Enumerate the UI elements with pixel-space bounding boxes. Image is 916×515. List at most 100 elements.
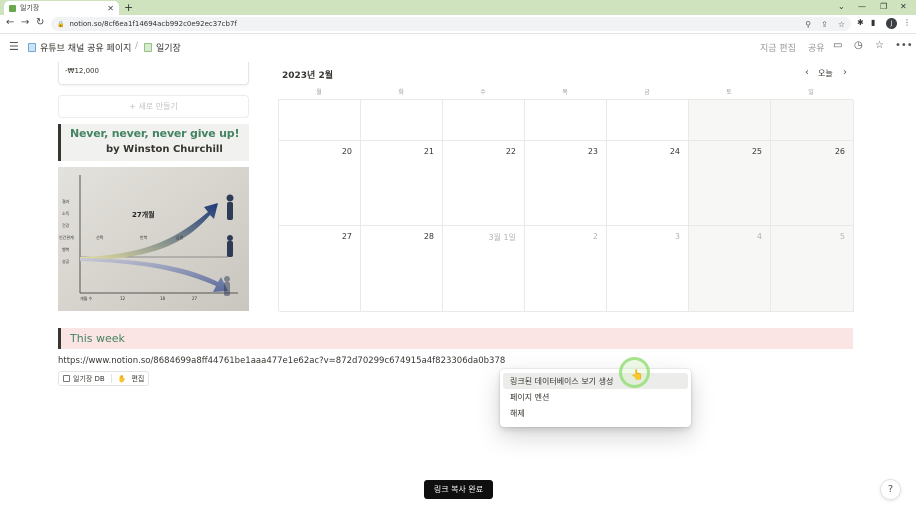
photo-row-label: 건강 — [62, 222, 70, 228]
help-button[interactable]: ? — [880, 479, 901, 500]
photo-path-label: 반복 — [140, 234, 148, 240]
calendar-day-cell[interactable] — [279, 100, 361, 141]
photo-caption: 27개월 — [132, 210, 155, 219]
history-icon[interactable]: ◷ — [854, 40, 863, 51]
photo-x-label: 12 — [120, 296, 126, 301]
photo-x-label: 개월 수 — [80, 295, 93, 301]
database-mention[interactable]: 일기장 DB ✋ 편집 — [58, 371, 150, 386]
mention-edit-button[interactable]: 편집 — [131, 374, 144, 384]
create-linked-database-option[interactable]: 링크된 데이터베이스 보기 생성 — [503, 373, 688, 389]
calendar-grid: 20 21 22 23 24 25 26 27 28 3월 1일 2 3 4 5 — [278, 99, 854, 312]
zoom-icon[interactable]: ⚲ — [805, 20, 811, 29]
quote-line-1: Never, never, never give up! — [70, 127, 240, 140]
calendar-day-cell[interactable]: 24 — [607, 141, 689, 226]
mention-label: 일기장 DB — [73, 374, 105, 383]
profile-avatar[interactable]: J — [886, 18, 897, 29]
tab-close-icon[interactable]: ✕ — [107, 4, 114, 13]
dismiss-option[interactable]: 해제 — [503, 405, 688, 421]
photo-row-label: 인간관계 — [59, 234, 74, 240]
database-icon — [63, 375, 70, 382]
calendar-day-cell[interactable]: 2 — [525, 226, 607, 312]
habit-graph-photo[interactable]: 27개월 결과 소득 건강 인간관계 행복 성공 선택 반복 습관 개월 수 1… — [58, 167, 249, 311]
card-amount: -₩12,000 — [65, 67, 99, 75]
tab-search-icon[interactable]: ⌄ — [838, 2, 845, 11]
extensions-icon[interactable]: ✱ — [857, 18, 864, 27]
new-item-button[interactable]: + 새로 만들기 — [58, 95, 249, 118]
weekday-label: 토 — [726, 89, 732, 96]
calendar-day-cell[interactable]: 27 — [279, 226, 361, 312]
calendar-day-cell[interactable]: 5 — [771, 226, 854, 312]
tab-title: 일기장 — [20, 4, 40, 12]
pasted-link[interactable]: https://www.notion.so/8684699a8ff44761be… — [58, 356, 505, 366]
breadcrumb-current[interactable]: 일기장 — [144, 41, 181, 54]
calendar-day-cell[interactable]: 22 — [443, 141, 525, 226]
favorite-star-icon[interactable]: ☆ — [875, 40, 884, 51]
calendar-day-cell[interactable] — [771, 100, 854, 141]
new-tab-icon[interactable]: + — [124, 1, 133, 14]
restore-icon[interactable]: ❐ — [880, 2, 887, 11]
breadcrumb-parent[interactable]: 유튜브 채널 공유 페이지 — [28, 41, 131, 54]
weekday-label: 일 — [808, 89, 814, 96]
calendar-day-cell[interactable]: 25 — [689, 141, 771, 226]
calendar-day-cell[interactable]: 3월 1일 — [443, 226, 525, 312]
photo-path-label: 선택 — [96, 234, 104, 240]
notebook-icon — [144, 43, 152, 52]
calendar-day-cell[interactable] — [607, 100, 689, 141]
share-button[interactable]: 공유 — [808, 41, 825, 54]
notion-topbar: ☰ 유튜브 채널 공유 페이지 / 일기장 지금 편집 공유 ▭ ◷ ☆ ••• — [0, 35, 916, 59]
breadcrumb-separator: / — [135, 41, 139, 51]
weekday-label: 화 — [398, 89, 404, 96]
page-mention-option[interactable]: 페이지 멘션 — [503, 389, 688, 405]
next-month-icon[interactable]: › — [843, 67, 847, 78]
close-window-icon[interactable]: ✕ — [900, 2, 907, 11]
calendar-day-cell[interactable] — [689, 100, 771, 141]
calendar-day-cell[interactable]: 28 — [361, 226, 443, 312]
quote-line-2: by Winston Churchill — [106, 144, 223, 155]
back-icon[interactable]: ← — [6, 17, 14, 28]
gallery-card[interactable]: -₩12,000 — [58, 62, 249, 85]
sidebar-menu-icon[interactable]: ☰ — [9, 40, 19, 53]
edit-hand-icon: ✋ — [117, 374, 127, 383]
this-week-heading: This week — [70, 332, 125, 345]
browser-menu-icon[interactable]: ⋮ — [903, 18, 911, 27]
photo-path-label: 습관 — [176, 234, 184, 240]
browser-toolbar: ← → ↻ 🔒 notion.so/8cf6ea1f14694acb992c0e… — [0, 15, 916, 34]
photo-row-label: 소득 — [62, 211, 70, 216]
calendar-day-cell[interactable] — [443, 100, 525, 141]
today-button[interactable]: 오늘 — [818, 68, 833, 79]
paste-options-menu: 링크된 데이터베이스 보기 생성 페이지 멘션 해제 — [500, 369, 691, 427]
photo-row-label: 행복 — [62, 246, 70, 252]
photo-row-label: 결과 — [62, 198, 70, 204]
this-week-callout: This week — [58, 328, 853, 349]
bookmark-star-icon[interactable]: ☆ — [838, 20, 845, 29]
calendar-day-cell[interactable]: 3 — [607, 226, 689, 312]
mention-divider — [110, 374, 112, 383]
address-url: notion.so/8cf6ea1f14694acb992c0e92ec37cb… — [69, 20, 237, 28]
sidepanel-icon[interactable]: ▮ — [871, 18, 875, 27]
weekday-label: 수 — [480, 89, 486, 96]
lock-icon: 🔒 — [57, 20, 65, 28]
calendar-day-cell[interactable]: 21 — [361, 141, 443, 226]
photo-x-label: 27 — [192, 296, 198, 301]
calendar-day-cell[interactable]: 23 — [525, 141, 607, 226]
forward-icon[interactable]: → — [21, 17, 29, 28]
weekday-label: 월 — [316, 89, 322, 96]
page-icon — [28, 43, 36, 52]
share-page-icon[interactable]: ⇪ — [821, 20, 828, 29]
minimize-icon[interactable]: — — [858, 2, 866, 11]
breadcrumb-parent-label: 유튜브 채널 공유 페이지 — [40, 44, 132, 54]
calendar-day-cell[interactable]: 4 — [689, 226, 771, 312]
calendar-day-cell[interactable] — [525, 100, 607, 141]
graph-photo-drawing: 27개월 결과 소득 건강 인간관계 행복 성공 선택 반복 습관 개월 수 1… — [58, 167, 249, 311]
prev-month-icon[interactable]: ‹ — [805, 67, 809, 78]
calendar-day-cell[interactable]: 20 — [279, 141, 361, 226]
reload-icon[interactable]: ↻ — [36, 17, 44, 28]
calendar-day-cell[interactable]: 26 — [771, 141, 854, 226]
photo-row-label: 성공 — [62, 258, 70, 264]
comment-icon[interactable]: ▭ — [833, 40, 842, 51]
address-bar[interactable]: 🔒 notion.so/8cf6ea1f14694acb992c0e92ec37… — [51, 17, 851, 31]
browser-tab[interactable]: 일기장 ✕ — [4, 1, 119, 15]
calendar-month-title: 2023년 2월 — [282, 71, 334, 81]
calendar-day-cell[interactable] — [361, 100, 443, 141]
more-options-icon[interactable]: ••• — [895, 40, 913, 51]
